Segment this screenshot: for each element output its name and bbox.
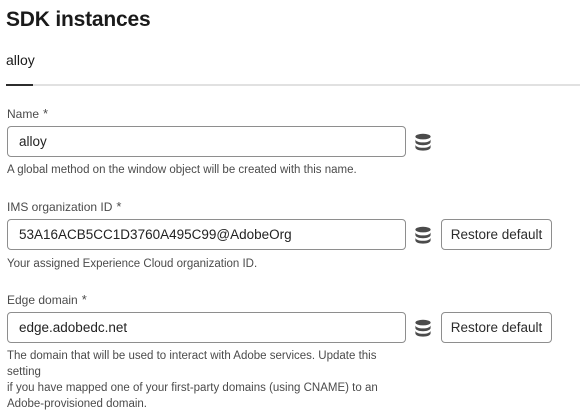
sdk-instances-page: SDK instances alloy Name* A global metho… <box>0 0 580 411</box>
edge-domain-help-line: The domain that will be used to interact… <box>7 350 377 378</box>
edge-domain-help-line: Adobe-provisioned domain. <box>7 398 148 410</box>
database-icon[interactable] <box>414 226 432 244</box>
required-asterisk: * <box>116 199 122 214</box>
edge-domain-restore-default-button[interactable]: Restore default <box>441 312 552 343</box>
ims-org-id-input[interactable] <box>7 219 406 250</box>
ims-org-id-restore-default-button[interactable]: Restore default <box>441 219 552 250</box>
ims-org-id-help-text: Your assigned Experience Cloud organizat… <box>7 258 258 270</box>
database-icon[interactable] <box>414 133 432 151</box>
edge-domain-help-text: The domain that will be used to interact… <box>7 348 407 411</box>
active-tab-indicator <box>6 84 33 86</box>
required-asterisk: * <box>81 292 87 307</box>
database-icon[interactable] <box>414 319 432 337</box>
required-asterisk: * <box>43 106 49 121</box>
edge-domain-input[interactable] <box>7 312 406 343</box>
edge-domain-label-text: Edge domain <box>7 293 78 307</box>
page-title: SDK instances <box>6 8 151 31</box>
ims-org-id-label-text: IMS organization ID <box>7 200 113 214</box>
tab-bar: alloy <box>6 48 580 86</box>
name-field-label: Name * <box>7 106 48 122</box>
name-input[interactable] <box>7 126 406 157</box>
name-label-text: Name <box>7 107 40 121</box>
edge-domain-field-label: Edge domain * <box>7 292 87 308</box>
name-help-text: A global method on the window object wil… <box>7 164 357 176</box>
edge-domain-help-line: if you have mapped one of your first-par… <box>7 382 378 394</box>
tab-alloy[interactable]: alloy <box>6 48 35 84</box>
ims-org-id-field-label: IMS organization ID * <box>7 199 121 215</box>
